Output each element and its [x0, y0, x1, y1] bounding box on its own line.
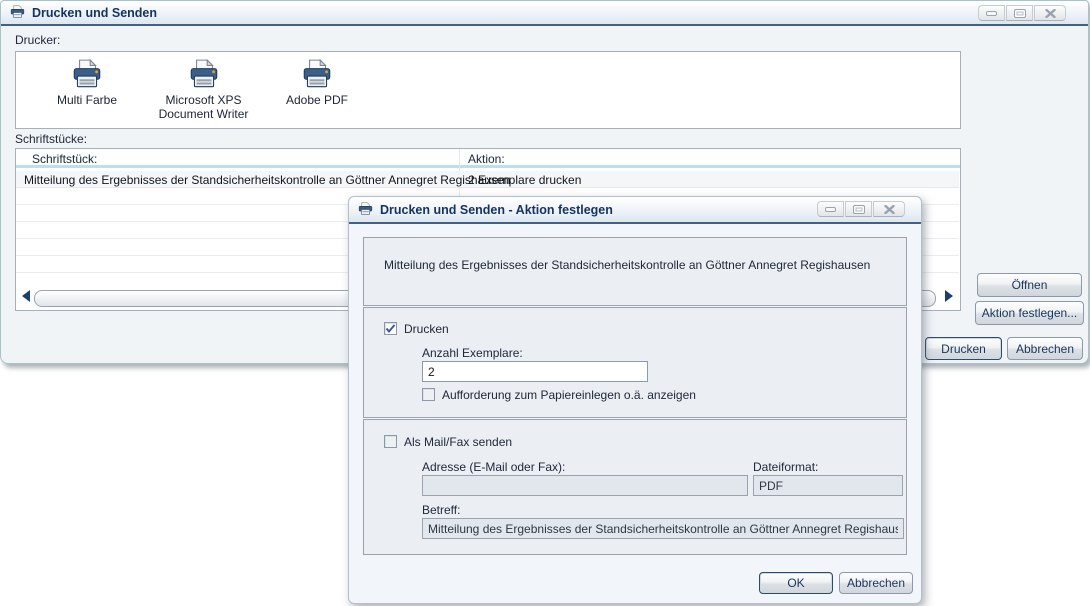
checkmark-icon	[385, 324, 396, 334]
paper-prompt-label[interactable]: Aufforderung zum Papiereinlegen o.ä. anz…	[442, 388, 696, 402]
printer-item-adobe-pdf[interactable]: Adobe PDF	[262, 59, 372, 107]
printer-icon	[70, 59, 104, 91]
printer-list: Multi Farbe Microsoft XPS Document Write…	[15, 51, 961, 129]
subject-input	[422, 518, 904, 539]
printer-name: Adobe PDF	[286, 93, 348, 107]
copies-label: Anzahl Exemplare:	[422, 346, 523, 360]
print-checkbox[interactable]	[384, 322, 397, 335]
print-section: Drucken Anzahl Exemplare: Aufforderung z…	[363, 307, 907, 418]
column-header-aktion[interactable]: Aktion:	[468, 152, 505, 166]
minimize-button[interactable]	[817, 201, 844, 217]
set-action-button[interactable]: Aktion festlegen...	[975, 301, 1084, 325]
printers-label: Drucker:	[15, 33, 60, 47]
address-label: Adresse (E-Mail oder Fax):	[422, 460, 565, 474]
window-title: Drucken und Senden	[32, 6, 157, 20]
mail-fax-checkbox[interactable]	[384, 435, 397, 448]
print-checkbox-label[interactable]: Drucken	[404, 322, 449, 336]
minimize-icon	[986, 11, 997, 16]
subject-label: Betreff:	[422, 503, 460, 517]
document-name: Mitteilung des Ergebnisses der Standsich…	[384, 258, 870, 272]
printer-icon	[187, 59, 221, 91]
mail-fax-section: Als Mail/Fax senden Adresse (E-Mail oder…	[363, 419, 907, 555]
ok-button[interactable]: OK	[759, 572, 833, 594]
mail-fax-checkbox-label[interactable]: Als Mail/Fax senden	[404, 435, 512, 449]
close-button[interactable]	[873, 201, 905, 217]
cell-aktion: 2 Exemplare drucken	[468, 173, 581, 187]
maximize-button[interactable]	[845, 201, 872, 217]
minimize-button[interactable]	[978, 5, 1005, 21]
open-button[interactable]: Öffnen	[977, 273, 1082, 297]
printer-icon	[357, 202, 374, 217]
printer-item-multi-farbe[interactable]: Multi Farbe	[32, 59, 142, 107]
close-icon	[884, 205, 895, 214]
paper-prompt-checkbox[interactable]	[422, 388, 435, 401]
set-action-dialog: Drucken und Senden - Aktion festlegen Mi…	[348, 196, 922, 604]
maximize-icon	[853, 205, 865, 214]
dialog-title: Drucken und Senden - Aktion festlegen	[380, 203, 613, 217]
window-controls	[978, 5, 1066, 21]
address-input	[422, 475, 748, 496]
dialog-titlebar[interactable]: Drucken und Senden - Aktion festlegen	[349, 197, 921, 224]
dialog-window-controls	[817, 201, 905, 217]
dialog-cancel-button[interactable]: Abbrechen	[839, 572, 913, 594]
print-button[interactable]: Drucken	[925, 337, 1002, 360]
close-icon	[1045, 9, 1056, 18]
column-header-schriftstueck[interactable]: Schriftstück:	[32, 152, 97, 166]
table-row[interactable]: Mitteilung des Ergebnisses der Standsich…	[16, 171, 959, 188]
documents-label: Schriftstücke:	[15, 132, 87, 146]
maximize-button[interactable]	[1006, 5, 1033, 21]
scroll-left-arrow[interactable]	[22, 290, 30, 302]
printer-icon	[9, 5, 26, 20]
scroll-right-arrow[interactable]	[945, 290, 953, 302]
document-name-panel: Mitteilung des Ergebnisses der Standsich…	[363, 237, 907, 306]
minimize-icon	[825, 207, 836, 212]
list-header: Schriftstück: Aktion:	[16, 149, 960, 168]
copies-input[interactable]	[422, 361, 648, 382]
printer-name: Microsoft XPS Document Writer	[147, 93, 260, 121]
maximize-icon	[1014, 9, 1026, 18]
format-input	[753, 475, 903, 496]
format-label: Dateiformat:	[753, 460, 818, 474]
close-button[interactable]	[1034, 5, 1066, 21]
printer-item-xps[interactable]: Microsoft XPS Document Writer	[147, 59, 260, 121]
printer-icon	[300, 59, 334, 91]
cancel-button[interactable]: Abbrechen	[1007, 337, 1083, 360]
cell-schriftstueck: Mitteilung des Ergebnisses der Standsich…	[24, 173, 510, 187]
main-titlebar[interactable]: Drucken und Senden	[1, 1, 1088, 26]
printer-name: Multi Farbe	[57, 93, 117, 107]
